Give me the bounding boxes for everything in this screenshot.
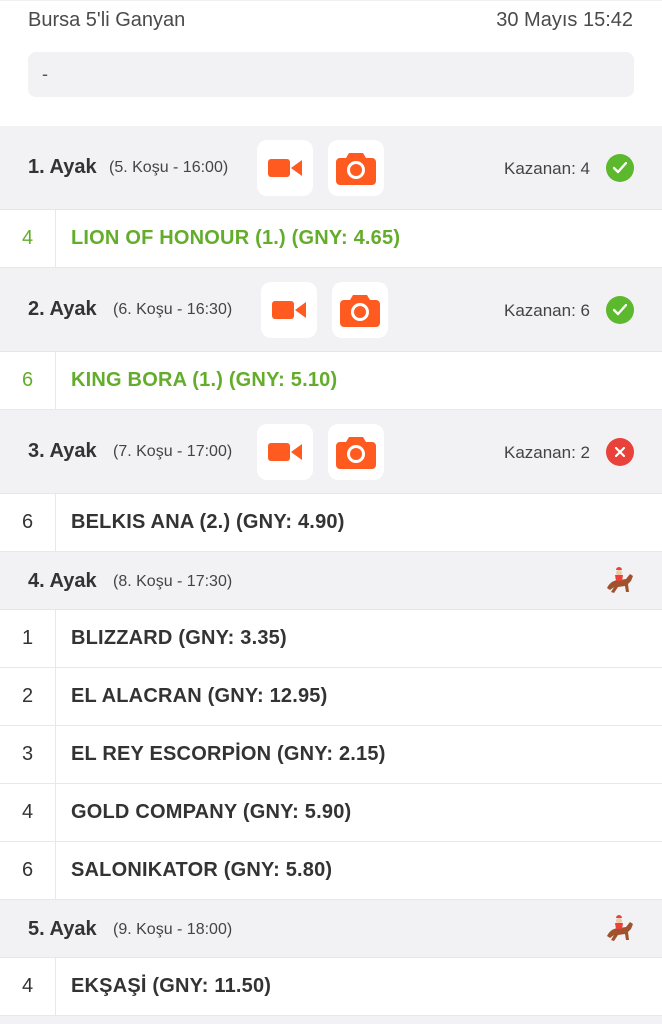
horse-row[interactable]: 2 EL ALACRAN (GNY: 12.95) xyxy=(0,668,662,726)
video-camera-icon xyxy=(268,443,302,461)
camera-icon xyxy=(336,437,376,469)
horse-name: LION OF HONOUR (1.) (GNY: 4.65) xyxy=(71,227,401,249)
x-icon xyxy=(606,438,634,466)
horse-number: 4 xyxy=(0,958,56,1015)
horse-name: EL ALACRAN (GNY: 12.95) xyxy=(71,685,328,707)
winner-label: Kazanan: 4 xyxy=(503,159,590,178)
leg-title: 4. Ayak xyxy=(28,570,97,592)
leg-title: 1. Ayak xyxy=(28,156,97,178)
horse-number: 4 xyxy=(0,784,56,841)
horse-number: 1 xyxy=(0,610,56,667)
winner-label: Kazanan: 6 xyxy=(503,301,590,320)
note-box: - xyxy=(28,52,634,97)
horse-name: KING BORA (1.) (GNY: 5.10) xyxy=(71,369,338,391)
leg-title: 2. Ayak xyxy=(28,298,97,320)
horse-row[interactable]: 6 KING BORA (1.) (GNY: 5.10) xyxy=(0,352,662,410)
horse-number: 6 xyxy=(0,352,56,409)
leg-race-info: (8. Koşu - 17:30) xyxy=(113,573,233,590)
camera-icon xyxy=(336,153,376,185)
video-button[interactable] xyxy=(257,424,313,480)
photo-button[interactable] xyxy=(328,424,384,480)
horse-number: 3 xyxy=(0,726,56,783)
page-header: Bursa 5'li Ganyan 30 Mayıs 15:42 - xyxy=(0,0,662,126)
photo-button[interactable] xyxy=(332,282,388,338)
winner-label: Kazanan: 2 xyxy=(503,443,590,462)
horse-number: 4 xyxy=(0,210,56,267)
horse-row[interactable]: 4 LION OF HONOUR (1.) (GNY: 4.65) xyxy=(0,210,662,268)
horse-icon xyxy=(607,915,633,941)
video-button[interactable] xyxy=(261,282,317,338)
leg-header-3: 3. Ayak (7. Koşu - 17:00) Kazanan: 2 xyxy=(0,410,662,494)
horse-number: 6 xyxy=(0,494,56,551)
horse-row[interactable]: 3 EL REY ESCORPİON (GNY: 2.15) xyxy=(0,726,662,784)
leg-race-info: (7. Koşu - 17:00) xyxy=(113,443,233,460)
leg-race-info: (5. Koşu - 16:00) xyxy=(109,159,229,176)
leg-title: 5. Ayak xyxy=(28,918,97,940)
leg-header-2: 2. Ayak (6. Koşu - 16:30) Kazanan: 6 xyxy=(0,268,662,352)
bottom-divider xyxy=(0,1016,662,1024)
leg-race-info: (9. Koşu - 18:00) xyxy=(113,921,233,938)
horse-name: EL REY ESCORPİON (GNY: 2.15) xyxy=(71,743,386,765)
video-button[interactable] xyxy=(257,140,313,196)
horse-number: 6 xyxy=(0,842,56,899)
camera-icon xyxy=(340,295,380,327)
horse-name: SALONIKATOR (GNY: 5.80) xyxy=(71,859,333,881)
photo-button[interactable] xyxy=(328,140,384,196)
horse-number: 2 xyxy=(0,668,56,725)
horse-name: GOLD COMPANY (GNY: 5.90) xyxy=(71,801,352,823)
horse-row[interactable]: 4 EKŞAŞİ (GNY: 11.50) xyxy=(0,958,662,1016)
leg-header-5: 5. Ayak (9. Koşu - 18:00) xyxy=(0,900,662,958)
leg-header-4: 4. Ayak (8. Koşu - 17:30) xyxy=(0,552,662,610)
page-title: Bursa 5'li Ganyan xyxy=(28,9,186,31)
bet-date: 30 Mayıs 15:42 xyxy=(496,9,633,31)
horse-row[interactable]: 1 BLIZZARD (GNY: 3.35) xyxy=(0,610,662,668)
horse-row[interactable]: 6 SALONIKATOR (GNY: 5.80) xyxy=(0,842,662,900)
horse-row[interactable]: 6 BELKIS ANA (2.) (GNY: 4.90) xyxy=(0,494,662,552)
horse-icon xyxy=(607,567,633,593)
leg-title: 3. Ayak xyxy=(28,440,97,462)
leg-header-1: 1. Ayak (5. Koşu - 16:00) Kazanan: 4 xyxy=(0,126,662,210)
horse-name: EKŞAŞİ (GNY: 11.50) xyxy=(71,975,272,997)
horse-name: BLIZZARD (GNY: 3.35) xyxy=(71,627,287,649)
video-camera-icon xyxy=(268,159,302,177)
leg-race-info: (6. Koşu - 16:30) xyxy=(113,301,233,318)
video-camera-icon xyxy=(272,301,306,319)
check-icon xyxy=(606,154,634,182)
horse-name: BELKIS ANA (2.) (GNY: 4.90) xyxy=(71,511,345,533)
horse-row[interactable]: 4 GOLD COMPANY (GNY: 5.90) xyxy=(0,784,662,842)
check-icon xyxy=(606,296,634,324)
